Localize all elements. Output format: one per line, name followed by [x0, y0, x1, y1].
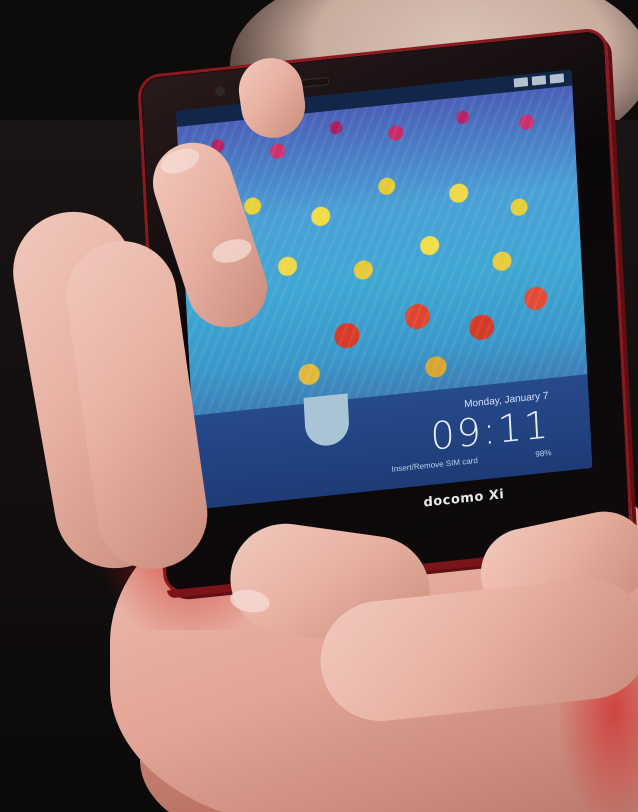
photo-scene: Monday, January 7 09:11 Insert/Remove SI… — [0, 0, 638, 812]
wifi-icon — [531, 75, 547, 86]
proximity-sensor — [214, 85, 226, 97]
carrier-brand-label: docomo Xi — [423, 487, 505, 511]
battery-icon — [549, 73, 565, 84]
battery-percentage: 98% — [535, 448, 552, 459]
signal-icon — [513, 77, 529, 88]
